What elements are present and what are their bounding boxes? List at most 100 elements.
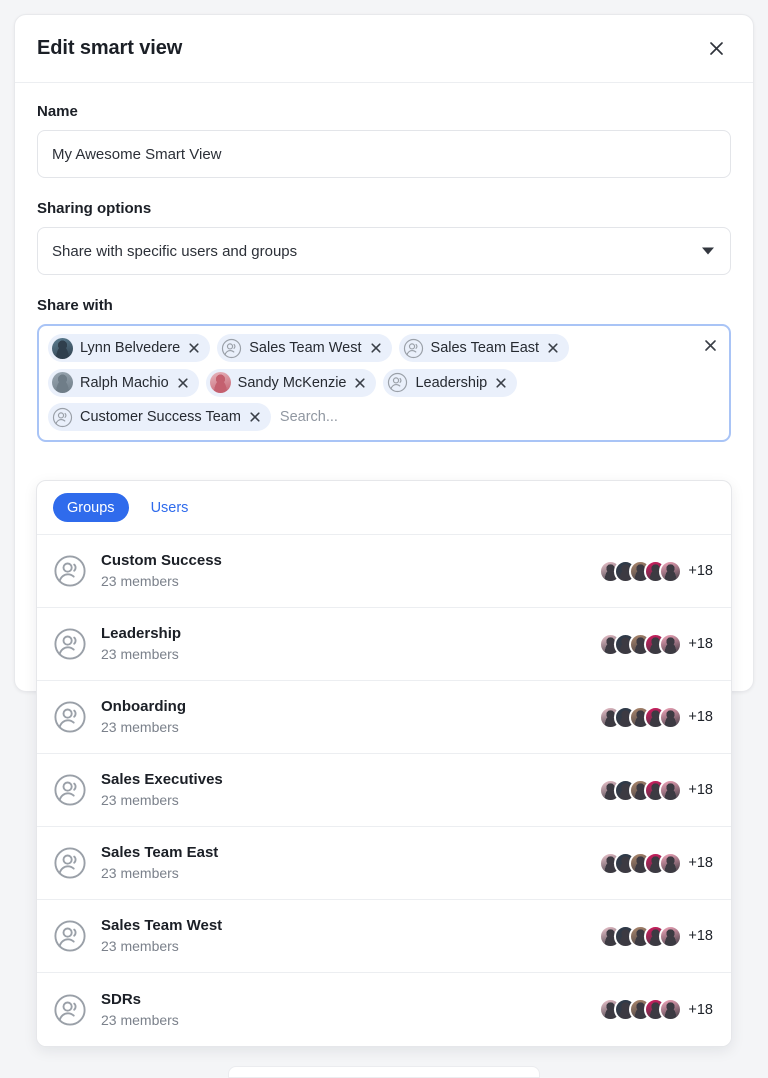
avatar-stack	[599, 778, 683, 802]
overflow-count: +18	[688, 928, 713, 944]
avatar	[659, 559, 683, 583]
member-avatars: +18	[599, 851, 713, 875]
member-avatars: +18	[599, 632, 713, 656]
share-chip[interactable]: Ralph Machio	[48, 368, 199, 397]
group-name: Leadership	[101, 625, 182, 642]
chevron-down-icon	[702, 247, 714, 255]
member-count: 23 members	[101, 719, 179, 735]
name-input[interactable]	[37, 130, 731, 178]
avatar	[659, 998, 683, 1021]
remove-chip-icon[interactable]	[176, 376, 190, 390]
share-chip[interactable]: Sales Team East	[398, 334, 570, 362]
share-with-dropdown: Groups Users Custom Success 23 members +18…	[36, 480, 732, 1047]
chip-label: Sales Team East	[430, 340, 540, 356]
group-icon	[53, 919, 87, 953]
list-item-text: SDRs 23 members	[101, 990, 599, 1030]
share-chip[interactable]: Sales Team West	[217, 334, 392, 362]
share-chip[interactable]: Leadership	[383, 368, 518, 397]
list-item[interactable]: Sales Team East 23 members +18	[37, 827, 731, 900]
member-count: 23 members	[101, 646, 179, 662]
list-item-text: Custom Success 23 members	[101, 551, 599, 591]
list-item[interactable]: Leadership 23 members +18	[37, 608, 731, 681]
tab-users[interactable]: Users	[137, 493, 203, 522]
member-avatars: +18	[599, 924, 713, 948]
list-item[interactable]: Sales Executives 23 members +18	[37, 754, 731, 827]
close-icon[interactable]	[701, 34, 731, 64]
member-avatars: +18	[599, 705, 713, 729]
avatar	[659, 851, 683, 875]
dialog-body: Name Sharing options Share with specific…	[15, 83, 753, 442]
avatar	[659, 778, 683, 802]
share-with-label: Share with	[37, 297, 113, 314]
chip-label: Sandy McKenzie	[237, 374, 347, 391]
member-count: 23 members	[101, 1011, 179, 1028]
list-item[interactable]: Custom Success 23 members +18	[37, 535, 731, 608]
avatar	[52, 337, 73, 359]
group-name: Onboarding	[101, 698, 186, 715]
list-item[interactable]: Onboarding 23 members +18	[37, 681, 731, 754]
chip-label: Lynn Belvedere	[80, 340, 181, 356]
clear-all-icon[interactable]	[701, 336, 719, 354]
chip-label: Ralph Machio	[80, 374, 169, 391]
sharing-options-select[interactable]: Share with specific users and groups	[37, 227, 731, 275]
group-icon	[53, 700, 87, 734]
sharing-options-value: Share with specific users and groups	[52, 242, 298, 260]
tab-groups[interactable]: Groups	[53, 493, 129, 522]
avatar-stack	[599, 851, 683, 875]
avatar	[659, 705, 683, 729]
share-chip[interactable]: Lynn Belvedere	[48, 334, 211, 362]
overflow-count: +18	[688, 1001, 713, 1018]
avatar	[659, 632, 683, 656]
group-icon	[221, 338, 242, 359]
member-count: 23 members	[101, 792, 179, 808]
group-icon	[403, 338, 424, 359]
overflow-count: +18	[688, 782, 713, 798]
member-avatars: +18	[599, 778, 713, 802]
page-title: Edit smart view	[37, 37, 183, 59]
group-name: Sales Executives	[101, 771, 223, 788]
member-avatars: +18	[599, 998, 713, 1021]
avatar-stack	[599, 559, 683, 583]
group-icon	[53, 627, 87, 661]
background-panel-edge	[228, 1066, 540, 1078]
search-input[interactable]	[277, 403, 721, 432]
sharing-options-label: Sharing options	[37, 200, 152, 217]
remove-chip-icon[interactable]	[369, 341, 383, 355]
list-item-text: Onboarding 23 members	[101, 697, 599, 737]
chip-label: Leadership	[415, 374, 488, 391]
dropdown-tabs: Groups Users	[37, 481, 731, 535]
remove-chip-icon[interactable]	[494, 376, 508, 390]
avatar	[659, 924, 683, 948]
list-item[interactable]: Sales Team West 23 members +18	[37, 900, 731, 973]
group-icon	[52, 407, 73, 428]
avatar-stack	[599, 705, 683, 729]
overflow-count: +18	[688, 636, 713, 652]
group-list: Custom Success 23 members +18 Leadership 23 …	[37, 535, 731, 1046]
overflow-count: +18	[688, 563, 713, 579]
name-label: Name	[37, 103, 78, 120]
list-item-text: Leadership 23 members	[101, 624, 599, 664]
group-icon	[53, 554, 87, 588]
avatar	[52, 372, 73, 394]
member-count: 23 members	[101, 573, 179, 589]
remove-chip-icon[interactable]	[187, 341, 201, 355]
group-name: Custom Success	[101, 552, 222, 569]
chip-label: Sales Team West	[249, 340, 362, 356]
share-chip[interactable]: Customer Success Team	[48, 403, 271, 432]
avatar-stack	[599, 998, 683, 1021]
avatar-stack	[599, 632, 683, 656]
share-chip[interactable]: Sandy McKenzie	[205, 368, 377, 397]
remove-chip-icon[interactable]	[353, 376, 367, 390]
group-icon	[387, 372, 408, 393]
group-name: SDRs	[101, 990, 142, 1008]
list-item[interactable]: SDRs 23 members +18	[37, 973, 731, 1046]
group-icon	[53, 846, 87, 880]
group-name: Sales Team East	[101, 844, 219, 861]
remove-chip-icon[interactable]	[546, 341, 560, 355]
share-with-chips-field[interactable]: Lynn Belvedere Sales Team West Sales Team …	[37, 324, 731, 442]
overflow-count: +18	[688, 855, 713, 871]
overflow-count: +18	[688, 709, 713, 725]
member-avatars: +18	[599, 559, 713, 583]
remove-chip-icon[interactable]	[248, 410, 262, 424]
dialog-header: Edit smart view	[15, 15, 753, 83]
